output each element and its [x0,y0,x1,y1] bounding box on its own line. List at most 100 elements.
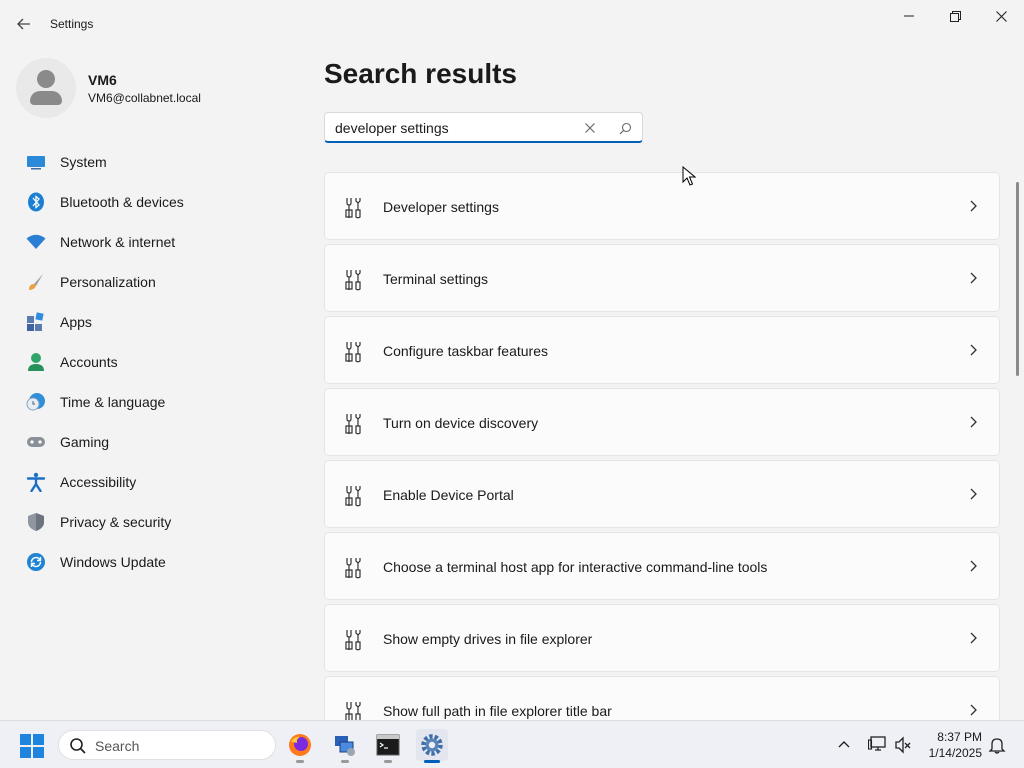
search-result-item[interactable]: Choose a terminal host app for interacti… [324,532,1000,600]
sidebar-item-system[interactable]: System [16,142,296,182]
sidebar-item-time-language[interactable]: Time & language [16,382,296,422]
result-label: Terminal settings [383,271,489,287]
avatar [16,58,76,118]
result-label: Show full path in file explorer title ba… [383,703,612,719]
back-arrow-icon [17,18,30,30]
search-results-list: Developer settings Terminal settings Con… [324,172,1000,720]
taskbar-search-label: Search [95,738,140,754]
sidebar-item-label: Bluetooth & devices [60,194,184,210]
clock-date: 1/14/2025 [928,746,982,760]
wifi-icon [26,232,46,252]
taskbar-search-box[interactable]: Search [58,730,276,760]
chevron-right-icon [970,344,977,356]
sidebar-item-privacy-security[interactable]: Privacy & security [16,502,296,542]
brush-icon [26,272,46,292]
chevron-right-icon [970,272,977,284]
sidebar-item-label: Apps [60,314,92,330]
user-profile[interactable]: VM6 VM6@collabnet.local [16,58,296,118]
restore-icon [949,10,961,22]
search-result-item[interactable]: Turn on device discovery [324,388,1000,456]
chevron-up-icon[interactable] [836,737,852,753]
clock-globe-icon [26,392,46,412]
clear-search-button[interactable] [581,119,599,137]
sidebar-item-accounts[interactable]: Accounts [16,342,296,382]
close-button[interactable] [978,0,1024,32]
chevron-right-icon [970,200,977,212]
clear-icon [585,123,595,133]
app-title: Settings [50,17,94,31]
network-status-icon[interactable] [868,736,888,754]
terminal-icon [376,734,400,756]
clock-time: 8:37 PM [937,730,982,744]
sidebar-item-network[interactable]: Network & internet [16,222,296,262]
taskbar-app-remote-desktop[interactable] [329,729,361,763]
result-label: Show empty drives in file explorer [383,631,593,647]
taskbar-app-terminal[interactable] [372,729,404,763]
sidebar-item-windows-update[interactable]: Windows Update [16,542,296,582]
search-input[interactable] [325,113,575,142]
taskbar-app-firefox[interactable] [284,729,316,763]
sidebar-item-apps[interactable]: Apps [16,302,296,342]
windows-start-icon[interactable] [20,734,44,758]
tools-icon [345,630,361,651]
firefox-icon [289,734,311,756]
back-button[interactable] [10,12,38,36]
network-pc-icon [335,736,355,756]
search-button[interactable] [616,119,634,137]
shield-icon [26,512,46,532]
tools-icon [345,198,361,219]
chevron-right-icon [970,488,977,500]
tools-icon [345,486,361,507]
close-icon [995,10,1007,22]
sidebar-nav: System Bluetooth & devices Network & int… [16,142,296,582]
sidebar-item-bluetooth[interactable]: Bluetooth & devices [16,182,296,222]
result-label: Enable Device Portal [383,487,514,503]
chevron-right-icon [970,632,977,644]
profile-name: VM6 [88,72,117,88]
taskbar-app-settings[interactable] [416,729,448,763]
volume-muted-icon[interactable] [894,736,912,754]
profile-email: VM6@collabnet.local [88,91,201,105]
search-result-item[interactable]: Enable Device Portal [324,460,1000,528]
settings-search-box[interactable] [324,112,643,143]
sidebar-item-accessibility[interactable]: Accessibility [16,462,296,502]
result-label: Choose a terminal host app for interacti… [383,559,768,575]
search-result-item[interactable]: Developer settings [324,172,1000,240]
search-result-item[interactable]: Show empty drives in file explorer [324,604,1000,672]
sidebar-item-label: Gaming [60,434,110,450]
search-icon [70,738,86,754]
result-label: Configure taskbar features [383,343,548,359]
search-result-item[interactable]: Terminal settings [324,244,1000,312]
search-icon [619,122,631,134]
minimize-button[interactable] [886,0,932,32]
sidebar-item-label: Windows Update [60,554,166,570]
title-bar: Settings [0,0,1024,48]
update-icon [26,552,46,572]
accounts-icon [26,352,46,372]
result-label: Developer settings [383,199,499,215]
sidebar-item-label: Accessibility [60,474,137,490]
gear-icon [421,734,443,756]
tools-icon [345,414,361,435]
tools-icon [345,702,361,720]
chevron-right-icon [970,560,977,572]
search-result-item[interactable]: Configure taskbar features [324,316,1000,384]
sidebar-item-label: Time & language [60,394,166,410]
chevron-right-icon [970,704,977,716]
sidebar-item-label: Personalization [60,274,156,290]
mouse-cursor-icon [682,166,696,186]
search-result-item[interactable]: Show full path in file explorer title ba… [324,676,1000,720]
sidebar-item-label: Accounts [60,354,118,370]
sidebar-item-label: Network & internet [60,234,176,250]
restore-button[interactable] [932,0,978,32]
results-scrollbar[interactable] [1016,182,1019,376]
sidebar-item-gaming[interactable]: Gaming [16,422,296,462]
tools-icon [345,342,361,363]
taskbar-clock[interactable]: 8:37 PM 1/14/2025 [912,729,982,761]
minimize-icon [904,15,914,17]
notification-bell-icon[interactable] [988,736,1006,754]
sidebar-item-personalization[interactable]: Personalization [16,262,296,302]
chevron-right-icon [970,416,977,428]
result-label: Turn on device discovery [383,415,539,431]
sidebar-item-label: System [60,154,107,170]
